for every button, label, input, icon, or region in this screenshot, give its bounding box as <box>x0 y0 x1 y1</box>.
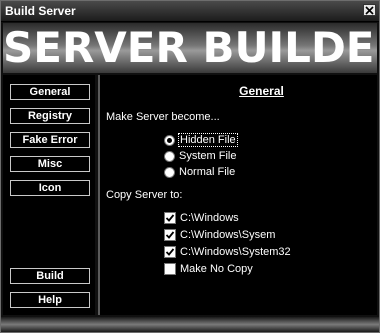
check-make-no-copy[interactable]: Make No Copy <box>164 263 253 275</box>
radio-button[interactable] <box>164 166 175 178</box>
checkmark-icon <box>165 214 175 222</box>
close-icon <box>365 5 374 15</box>
checkbox-label: C:\Windows\Sysem <box>180 229 276 241</box>
checkbox-unchecked[interactable] <box>164 263 176 275</box>
make-server-label: Make Server become... <box>106 111 220 123</box>
checkbox-checked[interactable] <box>164 229 176 241</box>
radio-system-file[interactable]: System File <box>164 150 236 162</box>
nav-button-icon[interactable]: Icon <box>10 180 90 196</box>
radio-normal-file[interactable]: Normal File <box>164 166 235 178</box>
sidebar: General Registry Fake Error Misc Icon Bu… <box>3 75 95 315</box>
general-panel: General Make Server become... Hidden Fil… <box>98 75 377 315</box>
title-bar[interactable]: Build Server <box>1 1 379 22</box>
radio-label: Normal File <box>179 166 236 178</box>
nav-button-registry[interactable]: Registry <box>10 108 90 124</box>
help-button[interactable]: Help <box>10 292 90 308</box>
checkbox-label: C:\Windows <box>180 212 239 224</box>
radio-label: System File <box>179 150 237 162</box>
checkmark-icon <box>165 248 175 256</box>
checkbox-label: C:\Windows\System32 <box>180 246 291 258</box>
close-button[interactable] <box>363 4 376 16</box>
banner: SERVER BUILDER <box>3 23 377 73</box>
radio-button-selected[interactable] <box>164 134 175 146</box>
check-windows-sysem[interactable]: C:\Windows\Sysem <box>164 229 275 241</box>
nav-button-general[interactable]: General <box>10 84 90 100</box>
check-windows-system32[interactable]: C:\Windows\System32 <box>164 246 291 258</box>
copy-server-label: Copy Server to: <box>106 189 183 201</box>
banner-title: SERVER BUILDER <box>3 23 377 72</box>
checkmark-icon <box>165 231 175 239</box>
panel-title: General <box>239 84 284 98</box>
bottom-bar <box>1 317 379 332</box>
nav-button-misc[interactable]: Misc <box>10 156 90 172</box>
build-button[interactable]: Build <box>10 268 90 284</box>
nav-button-fake-error[interactable]: Fake Error <box>10 132 90 148</box>
checkbox-checked[interactable] <box>164 212 176 224</box>
checkbox-label: Make No Copy <box>180 263 253 275</box>
checkbox-checked[interactable] <box>164 246 176 258</box>
radio-label: Hidden File <box>178 133 238 147</box>
radio-button[interactable] <box>164 150 175 162</box>
check-windows[interactable]: C:\Windows <box>164 212 239 224</box>
window-title: Build Server <box>5 4 76 18</box>
build-server-window: Build Server SERVER BUILDER General Regi… <box>0 0 380 333</box>
radio-hidden-file[interactable]: Hidden File <box>164 133 238 147</box>
